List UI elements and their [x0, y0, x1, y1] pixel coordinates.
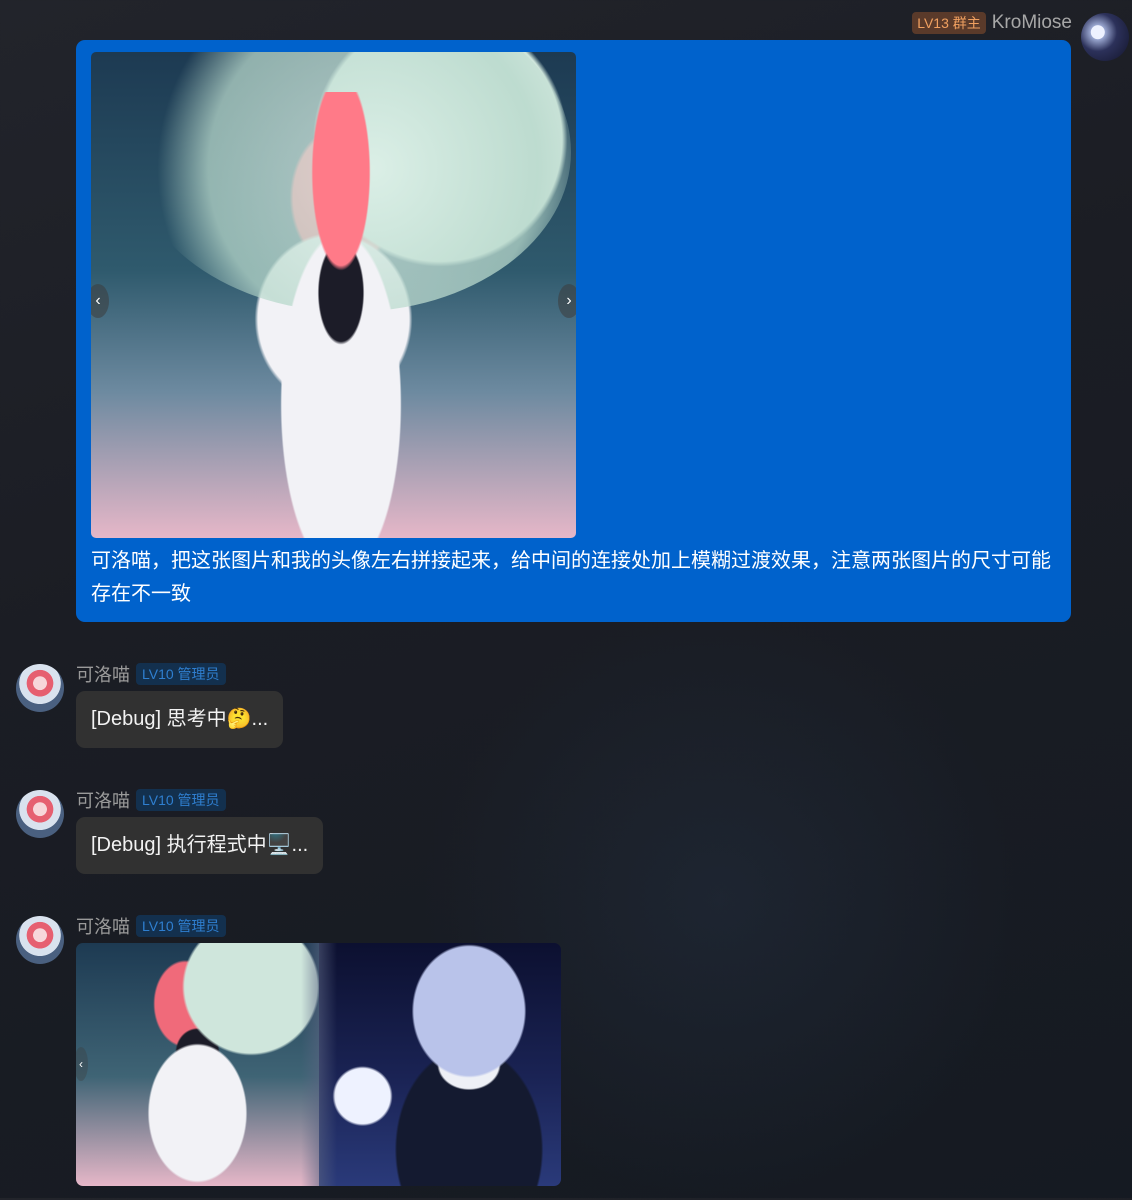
carousel-next-icon[interactable]: ›	[558, 284, 576, 318]
level-badge-owner: LV13 群主	[912, 12, 986, 34]
outgoing-message-bubble[interactable]: ‹ › 可洛喵，把这张图片和我的头像左右拼接起来，给中间的连接处加上模糊过渡效果…	[76, 40, 1071, 622]
incoming-message-bubble[interactable]: [Debug] 思考中🤔...	[76, 691, 284, 748]
username[interactable]: 可洛喵	[76, 787, 130, 813]
image-left-half	[76, 943, 319, 1186]
blur-transition-seam	[301, 943, 337, 1186]
character-figure	[231, 92, 451, 538]
bot-avatar[interactable]	[16, 916, 64, 964]
level-badge-admin: LV10 管理员	[136, 915, 226, 937]
username[interactable]: 可洛喵	[76, 913, 130, 939]
username[interactable]: 可洛喵	[76, 661, 130, 687]
stitched-result-image[interactable]: ‹	[76, 943, 561, 1186]
attached-image-anime-girl[interactable]: ‹ ›	[91, 52, 576, 538]
bot-avatar[interactable]	[16, 790, 64, 838]
outgoing-header: LV13 群主 KroMiose	[912, 10, 1072, 36]
ellipsis: ...	[291, 834, 309, 856]
level-badge-admin: LV10 管理员	[136, 789, 226, 811]
bot-avatar[interactable]	[16, 664, 64, 712]
image-right-half	[319, 943, 561, 1186]
message-header: 可洛喵 LV10 管理员	[76, 788, 226, 812]
message-header: 可洛喵 LV10 管理员	[76, 914, 226, 938]
message-text: [Debug] 思考中	[91, 708, 227, 730]
incoming-message-bubble[interactable]: [Debug] 执行程式中🖥️...	[76, 817, 324, 874]
ellipsis: ...	[251, 708, 269, 730]
carousel-prev-icon[interactable]: ‹	[91, 284, 109, 318]
message-text: 可洛喵，把这张图片和我的头像左右拼接起来，给中间的连接处加上模糊过渡效果，注意两…	[91, 550, 1051, 605]
level-badge-admin: LV10 管理员	[136, 663, 226, 685]
self-avatar[interactable]	[1081, 13, 1129, 61]
username[interactable]: KroMiose	[992, 12, 1072, 34]
desktop-computer-icon: 🖥️	[266, 834, 292, 856]
thinking-face-icon: 🤔	[226, 708, 252, 730]
message-header: 可洛喵 LV10 管理员	[76, 662, 226, 686]
message-text: [Debug] 执行程式中	[91, 834, 267, 856]
